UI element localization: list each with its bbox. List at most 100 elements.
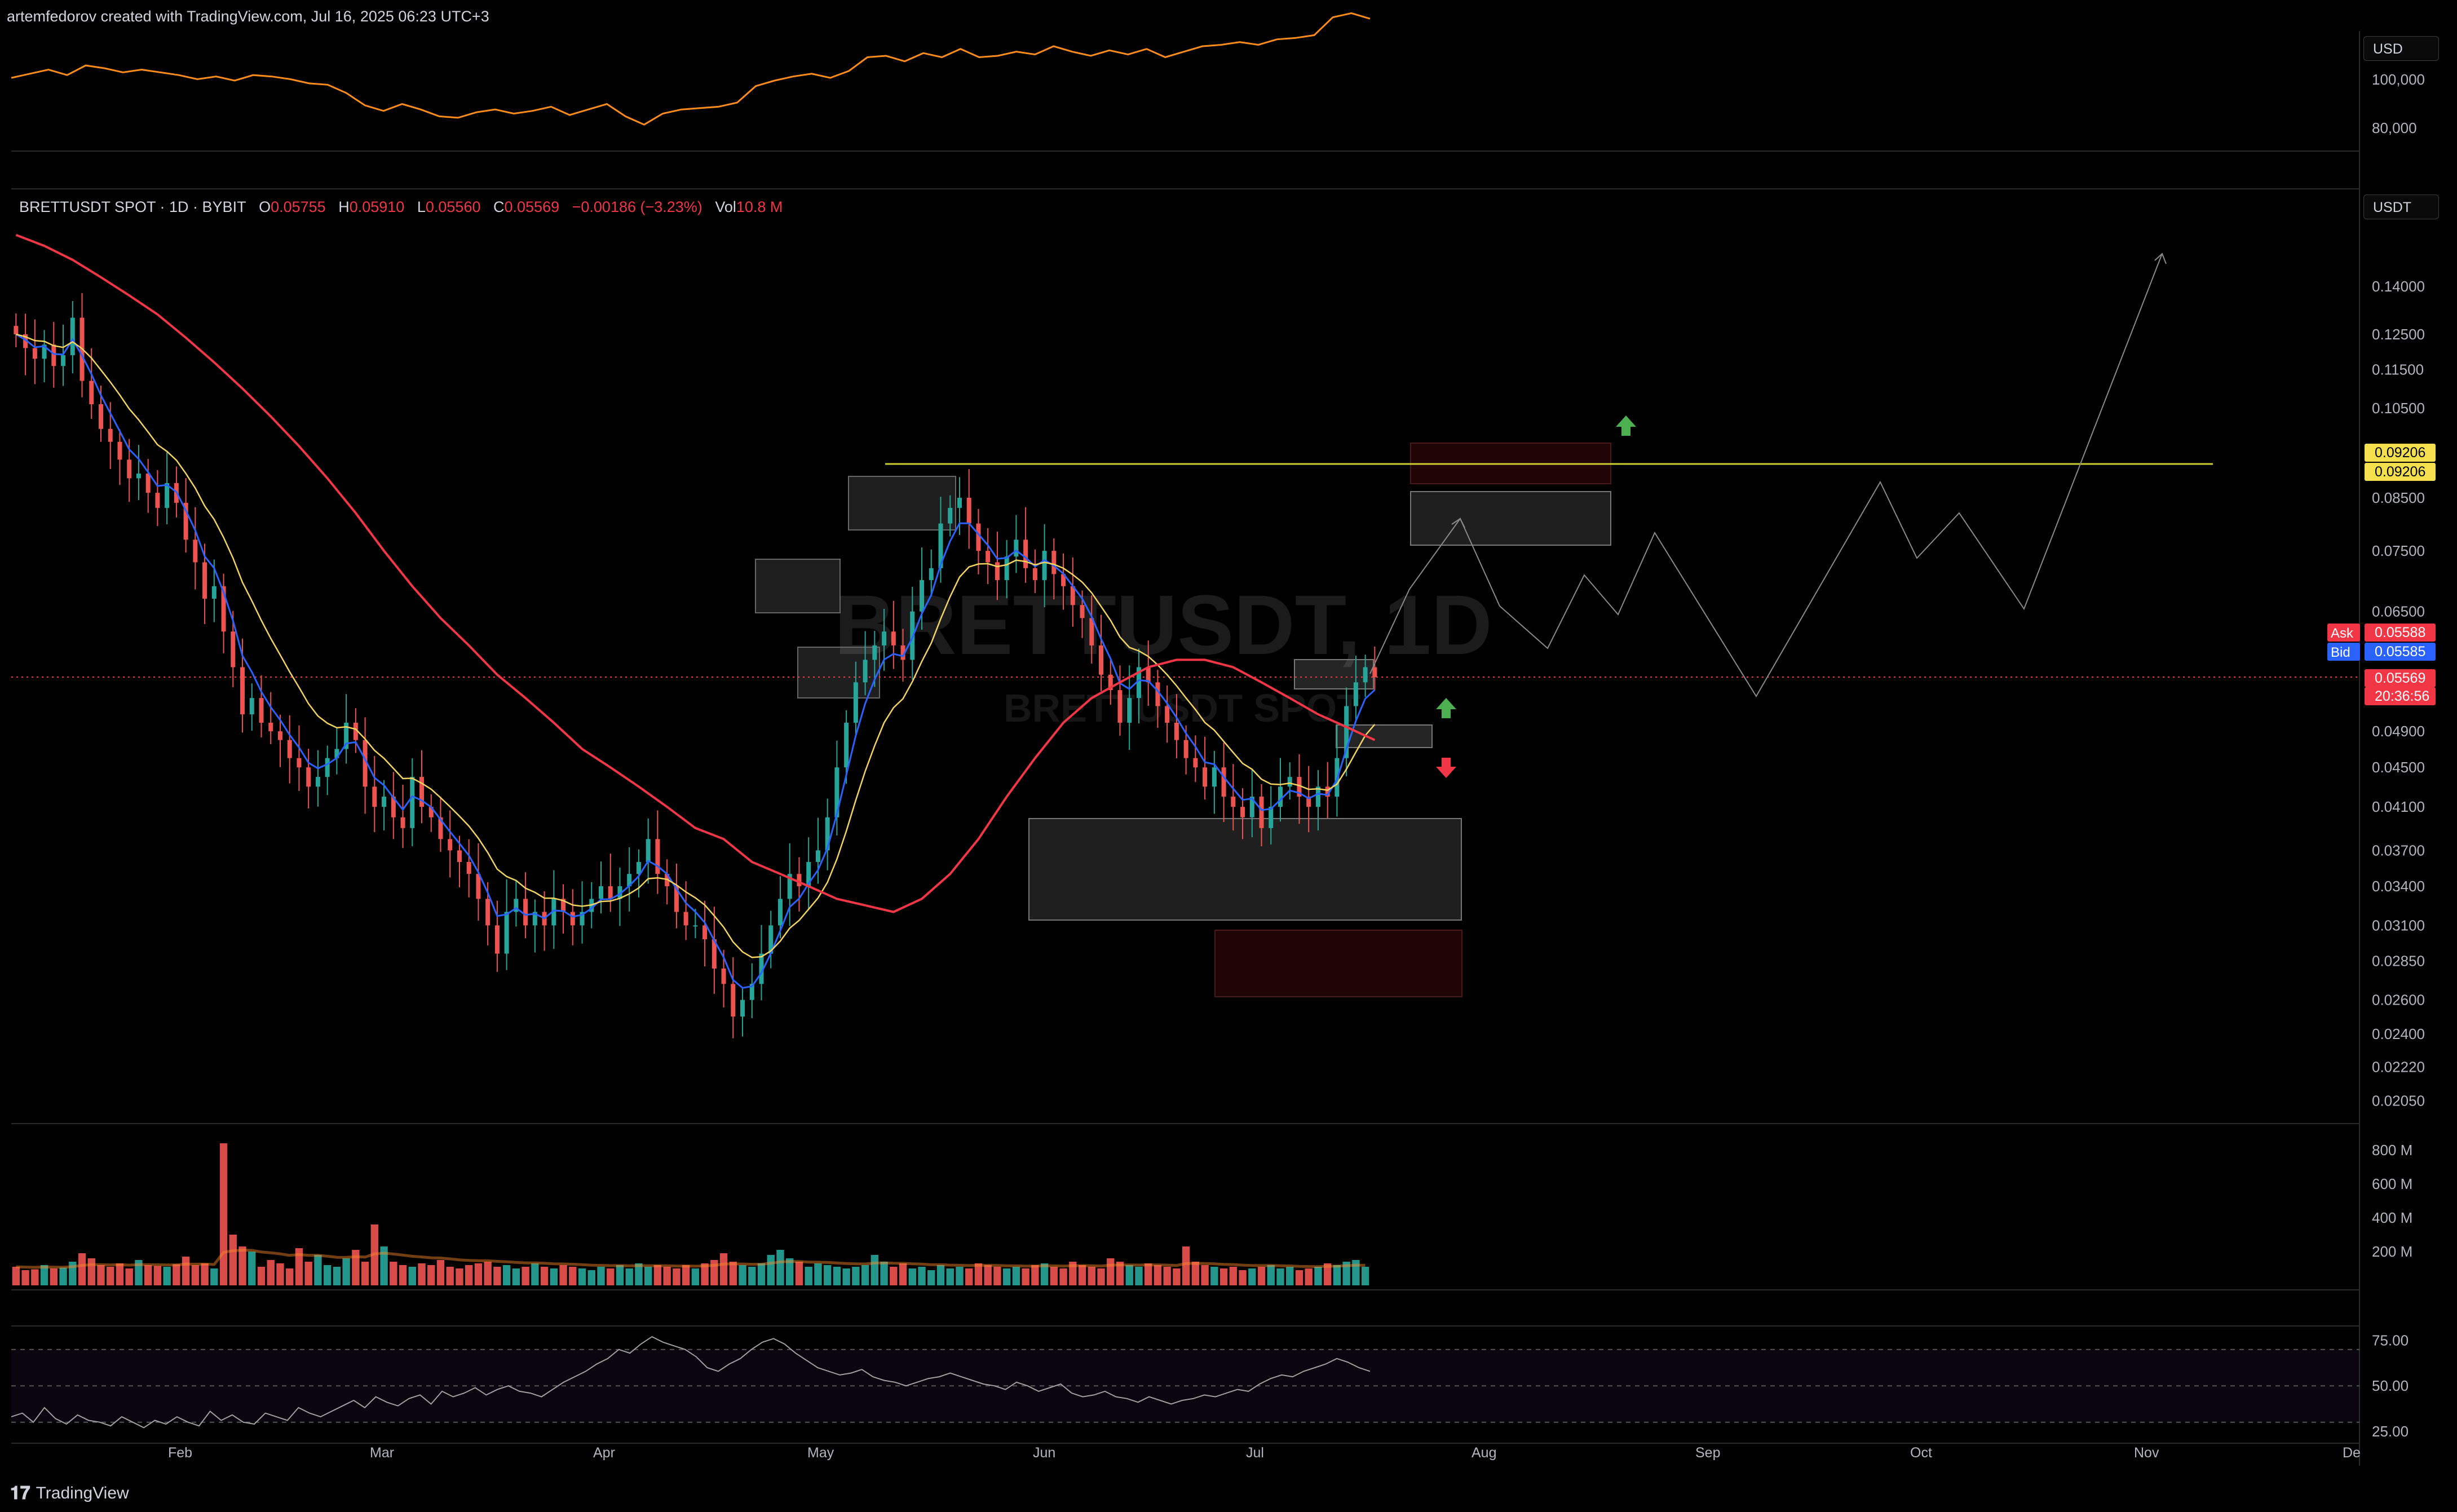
candle-body [277, 731, 282, 740]
volume-bar [12, 1267, 20, 1285]
red-down-arrow-icon [1436, 758, 1456, 778]
rsi-axis-tick: 75.00 [2372, 1332, 2409, 1349]
volume-bar [984, 1265, 992, 1285]
candle-body [145, 474, 151, 493]
volume-bar [1286, 1267, 1294, 1285]
volume-bar [436, 1260, 445, 1285]
top-currency-badge[interactable]: USD [2363, 36, 2439, 61]
candle-body [1014, 540, 1019, 557]
candle-body [306, 767, 311, 787]
volume-bar [965, 1268, 973, 1285]
volume-bar [767, 1255, 775, 1285]
volume-bar [248, 1252, 256, 1285]
rsi-axis-tick: 25.00 [2372, 1423, 2409, 1440]
price-axis-tick: 0.12500 [2372, 326, 2425, 343]
candle-body [410, 777, 415, 828]
target-zone-rect [1410, 491, 1611, 546]
candle-body [1127, 698, 1132, 723]
date-axis-tick: Apr [593, 1445, 615, 1461]
chart-canvas[interactable]: 100,00080,000BRETTUSDT, 1DBRETTUSDT SPOT… [0, 0, 2457, 1512]
legend-close: 0.05569 [504, 198, 560, 215]
volume-bar [229, 1235, 237, 1285]
volume-bar [748, 1267, 756, 1285]
volume-bar [663, 1267, 671, 1285]
volume-bar [210, 1268, 218, 1285]
volume-bar [1182, 1246, 1190, 1285]
volume-bar [474, 1263, 483, 1285]
volume-bar [286, 1268, 294, 1285]
volume-bar [644, 1267, 652, 1285]
volume-bar [238, 1246, 246, 1285]
volume-bar [1059, 1268, 1067, 1285]
volume-bar [173, 1264, 180, 1285]
main-currency-badge[interactable]: USDT [2363, 194, 2439, 219]
date-axis-tick: De [2343, 1445, 2361, 1461]
volume-bar [1333, 1265, 1341, 1285]
candle-body [777, 899, 783, 926]
ask-label: Ask [2331, 626, 2354, 641]
volume-bar [522, 1267, 529, 1285]
candle-body [448, 839, 453, 851]
volume-bar [512, 1268, 520, 1285]
candle-body [844, 722, 849, 768]
btc-line [11, 12, 1371, 126]
volume-bar [502, 1265, 511, 1285]
volume-bar [946, 1268, 954, 1285]
volume-bar [1012, 1267, 1020, 1285]
volume-bar [1257, 1267, 1266, 1285]
date-axis-tick: Aug [1471, 1445, 1496, 1461]
price-axis-tick: 0.02400 [2372, 1025, 2425, 1042]
volume-bar [550, 1268, 558, 1285]
symbol-legend: BRETTUSDT SPOT · 1D · BYBIT O0.05755 H0.… [19, 198, 783, 216]
volume-ma-line [16, 1249, 1366, 1269]
ema-slow-line [15, 233, 1376, 913]
candle-body [193, 540, 198, 563]
candle-body [1240, 807, 1245, 817]
candle-body [297, 758, 302, 768]
candle-body [683, 912, 688, 926]
volume-bar [191, 1265, 200, 1285]
tradingview-logo-icon: 𝟏𝟕 [10, 1483, 30, 1503]
volume-bar [1201, 1265, 1209, 1285]
volume-bar [408, 1267, 416, 1285]
volume-bar [795, 1262, 803, 1285]
volume-axis-tick: 800 M [2372, 1142, 2412, 1159]
volume-bar [578, 1268, 586, 1285]
candle-body [957, 497, 962, 508]
volume-bar [144, 1265, 152, 1285]
volume-bar [59, 1267, 67, 1285]
candle-body [599, 886, 604, 899]
volume-bar [1173, 1268, 1181, 1285]
price-axis-tick: 0.14000 [2372, 278, 2425, 295]
candle-body [485, 899, 490, 926]
candle-body [655, 839, 660, 874]
candle-body [721, 968, 726, 984]
candle-body [51, 344, 56, 366]
volume-bar [587, 1270, 595, 1285]
candle-body [853, 682, 858, 723]
volume-bar [399, 1265, 407, 1285]
volume-bar [1295, 1270, 1303, 1285]
legend-low-label: L [417, 198, 426, 215]
volume-axis-tick: 600 M [2372, 1175, 2412, 1192]
volume-bar [531, 1263, 539, 1285]
volume-bar [1002, 1268, 1011, 1285]
candle-body [882, 631, 887, 646]
candle-body [702, 925, 708, 940]
volume-bar [673, 1268, 680, 1285]
date-axis-tick: Mar [370, 1445, 394, 1461]
candle-body [1099, 645, 1104, 675]
candle-body [372, 786, 377, 807]
candle-body [457, 850, 462, 862]
volume-bar [304, 1262, 312, 1285]
volume-bar [1154, 1265, 1162, 1285]
price-axis-tick: 0.03400 [2372, 878, 2425, 895]
volume-bar [456, 1268, 463, 1285]
candle-body [494, 925, 500, 954]
volume-bar [842, 1268, 850, 1285]
green-up-arrow-icon [1436, 698, 1456, 718]
date-axis-tick: Feb [168, 1445, 192, 1461]
candle-body [731, 984, 736, 1017]
legend-change: −0.00186 (−3.23%) [572, 198, 702, 215]
volume-bar [1125, 1265, 1133, 1285]
